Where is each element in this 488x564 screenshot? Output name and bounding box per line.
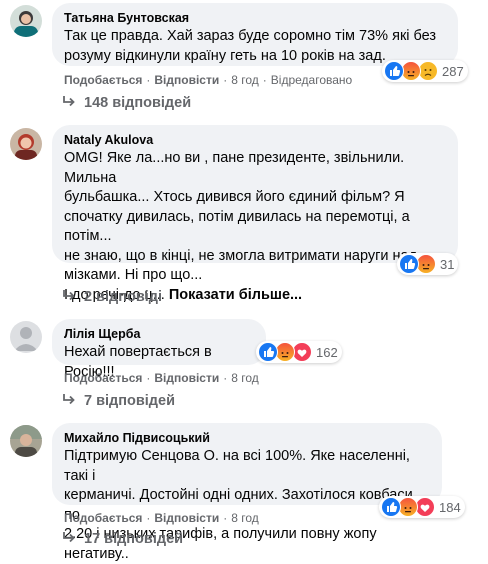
replies-count: 7 відповідей xyxy=(84,393,175,409)
like-reaction-icon xyxy=(384,61,404,81)
separator-dot: · xyxy=(223,73,228,87)
view-replies-button[interactable]: 148 відповідей xyxy=(62,95,191,111)
view-replies-button[interactable]: 7 відповідей xyxy=(62,393,175,409)
comment-text: OMG! Яке ла...но ви , пане президенте, з… xyxy=(64,149,446,305)
reply-button[interactable]: Відповісти xyxy=(154,73,219,87)
reactions-summary[interactable]: 184 xyxy=(379,496,465,518)
replies-count: 2 відповіді xyxy=(84,289,163,305)
comment-time[interactable]: 8 год xyxy=(231,511,259,525)
comment-text-body: OMG! Яке ла...но ви , пане президенте, з… xyxy=(64,150,417,303)
separator-dot: · xyxy=(146,73,151,87)
replies-count: 148 відповідей xyxy=(84,95,192,111)
angry-reaction-icon xyxy=(401,61,421,81)
comment-bubble: Татьяна Бунтовская Так це правда. Хай за… xyxy=(52,3,458,66)
avatar[interactable] xyxy=(10,321,42,353)
comment-time[interactable]: 8 год xyxy=(231,371,259,385)
view-replies-button[interactable]: 2 відповіді xyxy=(62,289,162,305)
replies-count: 17 відповідей xyxy=(84,531,184,547)
comment-author[interactable]: Татьяна Бунтовская xyxy=(64,10,446,27)
reply-arrow-icon xyxy=(62,289,76,305)
comment-actions: Подобається · Відповісти · 8 год · Відредагова… xyxy=(64,72,352,88)
avatar[interactable] xyxy=(10,128,42,160)
angry-reaction-icon xyxy=(275,342,295,362)
angry-reaction-icon xyxy=(416,254,436,274)
separator-dot: · xyxy=(223,371,228,385)
reply-arrow-icon xyxy=(62,393,76,409)
like-button[interactable]: Подобається xyxy=(64,511,142,525)
reactions-summary[interactable]: 287 xyxy=(382,60,468,82)
like-button[interactable]: Подобається xyxy=(64,73,142,87)
reactions-count: 184 xyxy=(439,499,461,515)
reply-arrow-icon xyxy=(62,95,76,111)
avatar[interactable] xyxy=(10,425,42,457)
separator-dot: · xyxy=(223,511,228,525)
reactions-summary[interactable]: 31 xyxy=(397,253,459,275)
separator-dot: · xyxy=(262,73,267,87)
like-reaction-icon xyxy=(258,342,278,362)
separator-dot: · xyxy=(146,371,151,385)
like-button[interactable]: Подобається xyxy=(64,371,142,385)
comment-bubble: Лілія Щерба Нехай повертається в Росію!!… xyxy=(52,319,266,380)
comment-actions: Подобається · Відповісти · 8 год xyxy=(64,370,259,386)
comment-author[interactable]: Nataly Akulova xyxy=(64,132,446,149)
reply-arrow-icon xyxy=(62,531,76,547)
view-replies-button[interactable]: 17 відповідей xyxy=(62,531,183,547)
reactions-count: 31 xyxy=(440,256,455,272)
reply-button[interactable]: Відповісти xyxy=(154,371,219,385)
comment-bubble: Nataly Akulova OMG! Яке ла...но ви , пан… xyxy=(52,125,458,303)
comment-bubble: Михайло Підвисоцький Підтримую Сенцова О… xyxy=(52,423,442,562)
like-reaction-icon xyxy=(399,254,419,274)
reactions-count: 162 xyxy=(316,344,338,360)
reactions-summary[interactable]: 162 xyxy=(256,341,342,363)
comment-time[interactable]: 8 год xyxy=(231,73,259,87)
love-reaction-icon xyxy=(292,342,312,362)
sad-reaction-icon xyxy=(418,61,438,81)
see-more-link[interactable]: Показати більше... xyxy=(169,287,302,303)
separator-dot: · xyxy=(146,511,151,525)
edited-label: Відредаговано xyxy=(270,73,353,87)
angry-reaction-icon xyxy=(398,497,418,517)
avatar[interactable] xyxy=(10,5,42,37)
comment-actions: Подобається · Відповісти · 8 год xyxy=(64,510,259,526)
like-reaction-icon xyxy=(381,497,401,517)
reply-button[interactable]: Відповісти xyxy=(154,511,219,525)
love-reaction-icon xyxy=(415,497,435,517)
comment-author[interactable]: Лілія Щерба xyxy=(64,326,254,343)
reactions-count: 287 xyxy=(442,63,464,79)
comment-author[interactable]: Михайло Підвисоцький xyxy=(64,430,430,447)
